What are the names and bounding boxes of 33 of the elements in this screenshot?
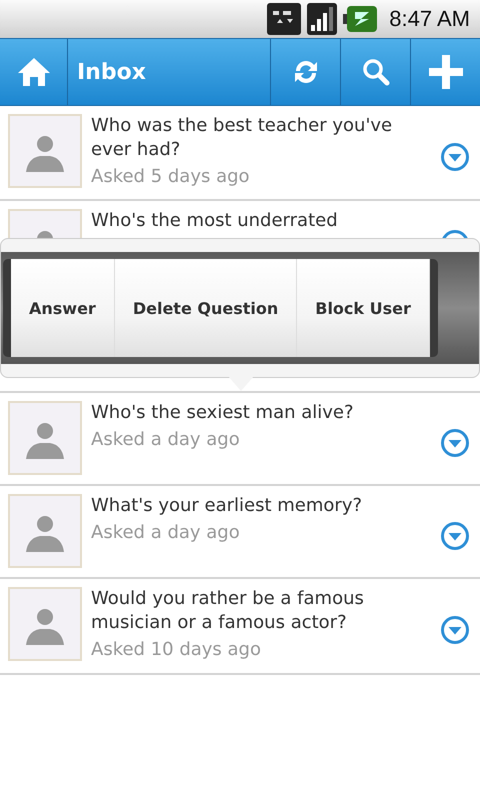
question-row[interactable]: What's your earliest memory? Asked a day ago: [0, 486, 480, 579]
action-button[interactable]: Answer: [11, 259, 115, 357]
question-text: Who was the best teacher you've ever had?: [91, 114, 394, 162]
avatar-icon: [8, 587, 82, 661]
popup-pointer: [228, 376, 254, 392]
dropdown-icon[interactable]: [440, 428, 470, 458]
home-icon: [16, 56, 50, 88]
search-icon: [362, 58, 390, 86]
asked-time: Asked a day ago: [91, 521, 241, 545]
question-row[interactable]: Who was the best teacher you've ever had? Asked 5 days ago: [0, 106, 480, 201]
question-row[interactable]: Who's the sexiest man alive? Asked a day ago: [0, 393, 480, 486]
avatar-icon: [8, 401, 82, 475]
battery-charging-icon: [343, 6, 378, 32]
dropdown-icon[interactable]: [440, 142, 470, 172]
question-row[interactable]: Who's the most underrated Answer Delete Question Block User: [0, 201, 480, 393]
asked-time: Asked 10 days ago: [91, 638, 262, 662]
question-text: Would you rather be a famous musician or a famous actor?: [91, 587, 365, 635]
action-button[interactable]: Block User: [297, 259, 430, 357]
avatar-icon: [8, 494, 82, 568]
asked-time: Asked a day ago: [91, 428, 241, 452]
screen-title: Inbox: [76, 58, 147, 86]
signal-icon: [307, 3, 338, 35]
question-text: Who's the most underrated: [91, 209, 339, 233]
avatar-icon: [8, 114, 82, 188]
question-text: Who's the sexiest man alive?: [91, 401, 355, 425]
action-button[interactable]: Delete Question: [114, 259, 298, 357]
dropdown-icon[interactable]: [440, 615, 470, 645]
clock-time: 8:47 AM: [389, 6, 470, 32]
question-row[interactable]: Would you rather be a famous musician or a famous actor? Asked 10 days ago: [0, 579, 480, 675]
plus-icon: [428, 55, 462, 89]
question-text: What's your earliest memory?: [91, 494, 364, 518]
asked-time: Asked 5 days ago: [91, 165, 251, 189]
dropdown-icon[interactable]: [440, 520, 470, 550]
